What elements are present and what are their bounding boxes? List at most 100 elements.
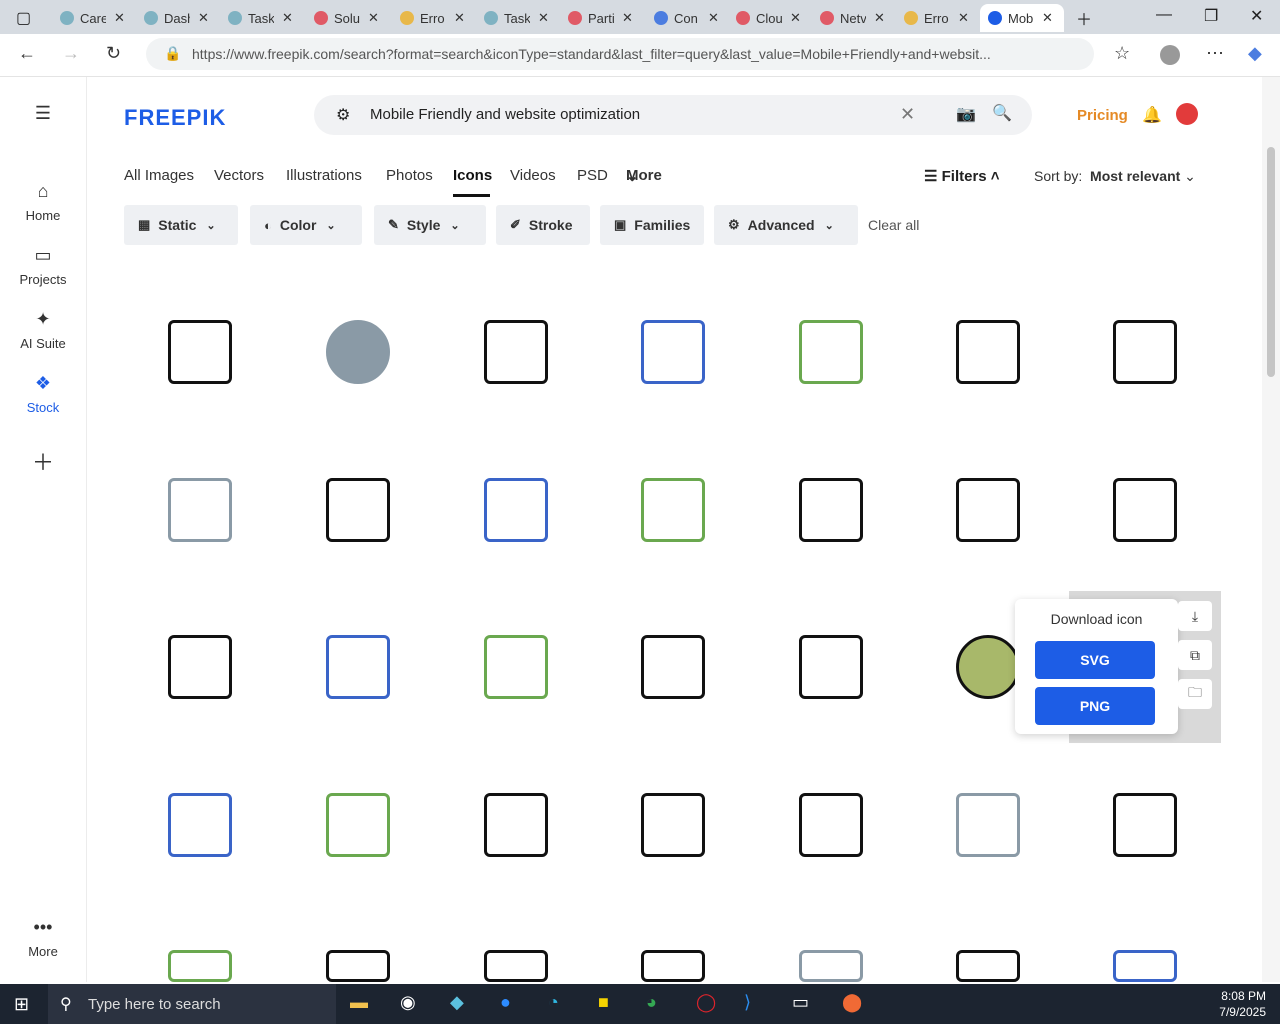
icon-result-item[interactable] (484, 478, 548, 542)
icon-result-item[interactable] (168, 950, 232, 982)
sidebar-item-projects[interactable]: ▭ Projects (0, 245, 86, 287)
close-tab-icon[interactable]: ✕ (114, 10, 125, 26)
icon-result-item[interactable] (641, 793, 705, 857)
hamburger-icon[interactable]: ☰ (0, 103, 86, 124)
icon-result-item[interactable] (484, 950, 548, 982)
camera-icon[interactable]: 📷 (956, 104, 976, 124)
icon-result-item[interactable] (326, 320, 390, 384)
site-info-icon[interactable]: 🔒 (164, 45, 181, 62)
search-type-icon[interactable]: ⚙ (336, 105, 350, 125)
filter-static-button[interactable]: ▦ Static ⌄ (124, 205, 238, 245)
close-tab-icon[interactable]: ✕ (282, 10, 293, 26)
copilot-icon[interactable]: ◆ (1248, 43, 1262, 64)
notification-bell-icon[interactable]: 🔔 (1142, 105, 1162, 125)
icon-result-item[interactable] (484, 793, 548, 857)
favorites-icon[interactable]: ☆ (1114, 43, 1130, 64)
icon-result-item[interactable] (641, 478, 705, 542)
address-bar[interactable]: 🔒 https://www.freepik.com/search?format=… (146, 38, 1094, 70)
filter-stroke-button[interactable]: ✐ Stroke (496, 205, 590, 245)
icon-result-item[interactable] (956, 478, 1020, 542)
icon-result-item[interactable] (1113, 478, 1177, 542)
close-tab-icon[interactable]: ✕ (874, 10, 885, 26)
close-tab-icon[interactable]: ✕ (790, 10, 801, 26)
icon-result-item[interactable] (956, 950, 1020, 982)
tab-actions-icon[interactable]: ▢ (16, 8, 31, 28)
icon-result-item[interactable] (956, 320, 1020, 384)
freepik-logo[interactable]: FREEPIK (124, 105, 226, 131)
minimize-icon[interactable]: — (1156, 6, 1172, 24)
taskbar-search[interactable]: ⚲ Type here to search (48, 984, 336, 1024)
close-tab-icon[interactable]: ✕ (454, 10, 465, 26)
download-icon[interactable]: ⤓ (1178, 601, 1212, 631)
icon-result-item[interactable] (326, 635, 390, 699)
icon-result-item[interactable] (1113, 950, 1177, 982)
close-tab-icon[interactable]: ✕ (198, 10, 209, 26)
add-icon[interactable]: ＋ (0, 445, 86, 477)
tab-photos[interactable]: Photos (386, 167, 433, 184)
back-icon[interactable]: ← (18, 43, 36, 64)
filter-families-button[interactable]: ▣ Families (600, 205, 704, 245)
chrome-icon[interactable]: ◕ (646, 992, 657, 1013)
browser-tab[interactable]: Erro ✕ (896, 4, 976, 32)
tab-vectors[interactable]: Vectors (214, 167, 264, 184)
filter-style-button[interactable]: ✎ Style ⌄ (374, 205, 486, 245)
browser-tab[interactable]: Task ✕ (476, 4, 556, 32)
icon-result-item[interactable] (799, 793, 863, 857)
icon-result-item[interactable] (168, 478, 232, 542)
icon-result-item[interactable] (641, 320, 705, 384)
copy-icon[interactable]: ⧉ (1178, 640, 1212, 670)
sidebar-item-stock[interactable]: ❖ Stock (0, 373, 86, 415)
icon-result-item[interactable] (326, 793, 390, 857)
icon-result-item[interactable] (168, 320, 232, 384)
settings-menu-icon[interactable]: ⋯ (1206, 43, 1224, 64)
close-window-icon[interactable]: ✕ (1250, 6, 1263, 26)
icon-result-item[interactable] (326, 478, 390, 542)
tab-illustrations[interactable]: Illustrations (286, 167, 362, 184)
icon-result-item[interactable] (641, 635, 705, 699)
icon-result-item[interactable] (641, 950, 705, 982)
system-clock[interactable]: 8:08 PM 7/9/2025 (1219, 988, 1266, 1020)
opera-icon[interactable]: ◯ (696, 992, 716, 1013)
download-png-button[interactable]: PNG (1035, 687, 1155, 725)
browser-tab[interactable]: Parti ✕ (560, 4, 640, 32)
filter-advanced-button[interactable]: ⚙ Advanced ⌄ (714, 205, 858, 245)
icon-result-item[interactable] (799, 320, 863, 384)
tab-all-images[interactable]: All Images (124, 167, 194, 184)
download-svg-button[interactable]: SVG (1035, 641, 1155, 679)
search-input[interactable]: Mobile Friendly and website optimization (370, 106, 640, 123)
terminal-icon[interactable]: ▭ (792, 992, 809, 1013)
icon-result-item[interactable] (799, 635, 863, 699)
tab-videos[interactable]: Videos (510, 167, 556, 184)
new-tab-icon[interactable]: ＋ (1076, 6, 1092, 30)
browser-tab[interactable]: Con ✕ (646, 4, 726, 32)
close-tab-icon[interactable]: ✕ (958, 10, 969, 26)
browser-tab[interactable]: Clou ✕ (728, 4, 808, 32)
sidebar-item-home[interactable]: ⌂ Home (0, 181, 86, 223)
tab-icons[interactable]: Icons (453, 167, 492, 184)
filter-color-button[interactable]: ◐ Color ⌄ (250, 205, 362, 245)
close-tab-icon[interactable]: ✕ (368, 10, 379, 26)
windows-start-icon[interactable]: ⊞ (14, 994, 29, 1015)
profile-avatar[interactable] (1160, 45, 1180, 65)
browser-tab[interactable]: Task ✕ (220, 4, 300, 32)
icon-result-item[interactable] (326, 950, 390, 982)
app-icon[interactable]: ◆ (450, 992, 464, 1013)
sticky-notes-icon[interactable]: ■ (598, 992, 609, 1013)
browser-tab[interactable]: Mob ✕ (980, 4, 1064, 32)
tab-psd[interactable]: PSD (577, 167, 608, 184)
search-icon[interactable]: 🔍 (992, 103, 1012, 123)
browser-tab[interactable]: Dash ✕ (136, 4, 216, 32)
zoom-icon[interactable]: ● (500, 992, 511, 1013)
icon-result-item[interactable] (1113, 320, 1177, 384)
browser-tab[interactable]: Erro ✕ (392, 4, 472, 32)
close-tab-icon[interactable]: ✕ (538, 10, 549, 26)
sidebar-menu[interactable]: ☰ (0, 103, 86, 130)
edge-icon[interactable]: ◔ (548, 992, 559, 1013)
scrollbar-thumb[interactable] (1267, 147, 1275, 377)
browser-tab[interactable]: Solu ✕ (306, 4, 386, 32)
forward-icon[interactable]: → (62, 43, 80, 64)
icon-result-item[interactable] (484, 635, 548, 699)
maximize-icon[interactable]: ❐ (1204, 6, 1218, 26)
app-icon[interactable]: ⬤ (842, 992, 862, 1013)
filters-toggle[interactable]: ☰ Filters ˄ (924, 167, 1000, 185)
